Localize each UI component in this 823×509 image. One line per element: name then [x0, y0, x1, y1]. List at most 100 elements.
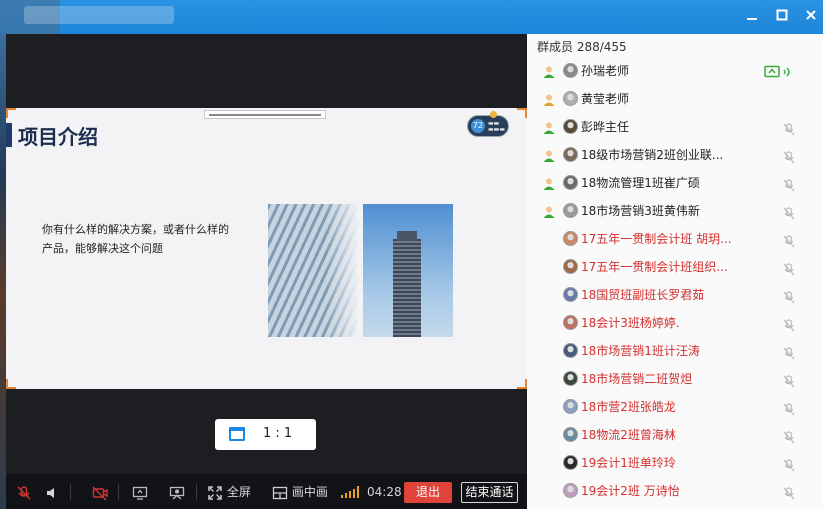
member-name: 孙瑞老师: [581, 64, 630, 78]
person-icon: [542, 64, 556, 78]
member-row[interactable]: 18市营2班张皓龙: [527, 394, 823, 422]
pip-icon: [272, 486, 288, 499]
badge-lines: ▬▬ ▬▬▬: [488, 120, 506, 133]
end-call-button[interactable]: 结束通话: [461, 482, 518, 503]
tower-shape: [393, 231, 421, 337]
mic-muted-icon: [783, 429, 795, 444]
member-row[interactable]: 17五年一贯制会计班组织...: [527, 254, 823, 282]
mic-muted-icon: [783, 177, 795, 192]
member-row[interactable]: 18会计3班杨婷婷.: [527, 310, 823, 338]
maximize-icon[interactable]: [772, 7, 792, 27]
avatar: [563, 63, 578, 78]
badge-dot-icon: [490, 111, 497, 118]
mic-muted-icon: [783, 401, 795, 416]
member-row[interactable]: 17五年一贯制会计班 胡玥...: [527, 226, 823, 254]
pip-label: 画中画: [291, 485, 328, 499]
avatar: [563, 259, 578, 274]
fullscreen-icon: [208, 485, 222, 500]
share-frame-corner: [6, 379, 16, 389]
member-row[interactable]: 18物流2班曾海林: [527, 422, 823, 450]
ratio-toggle[interactable]: 1 : 1: [215, 419, 316, 450]
separator: [70, 484, 71, 500]
skyscraper-photo: [363, 204, 453, 337]
camera-off-icon[interactable]: [92, 482, 108, 502]
mic-muted-icon: [783, 373, 795, 388]
member-name: 18物流管理1班崔广硕: [581, 176, 700, 190]
avatar: [563, 175, 578, 190]
speaker-icon[interactable]: [44, 482, 60, 502]
member-row[interactable]: 彭晔主任: [527, 114, 823, 142]
badge-number: 72: [471, 119, 485, 133]
shared-screen-slide: 项目介绍 你有什么样的解决方案，或者什么样的产品，能够解决这个问题 72 ▬▬ ▬…: [6, 108, 527, 389]
member-name: 18市营2班张皓龙: [581, 400, 676, 414]
member-row[interactable]: 黄莹老师: [527, 86, 823, 114]
exit-button[interactable]: 退出: [404, 482, 452, 503]
member-row[interactable]: 19会计2班 万诗怡: [527, 478, 823, 506]
mic-muted-icon: [783, 317, 795, 332]
slide-title: 项目介绍: [18, 125, 98, 149]
window-icon: [229, 427, 245, 441]
avatar: [563, 343, 578, 358]
avatar: [563, 371, 578, 386]
mic-muted-icon[interactable]: [16, 482, 32, 502]
share-frame-corner: [517, 379, 527, 389]
member-row[interactable]: 18物流管理1班崔广硕: [527, 170, 823, 198]
member-name: 18物流2班曾海林: [581, 428, 676, 442]
avatar: [563, 147, 578, 162]
member-row[interactable]: 18国贸班副班长罗君茹: [527, 282, 823, 310]
ratio-label: 1 : 1: [263, 426, 293, 441]
minimize-icon[interactable]: [742, 7, 762, 27]
slide-title-accent: [6, 123, 12, 147]
fullscreen-button[interactable]: 全屏: [207, 482, 251, 502]
separator: [118, 484, 119, 500]
avatar: [563, 119, 578, 134]
avatar: [563, 455, 578, 470]
mic-muted-icon: [783, 149, 795, 164]
mic-muted-icon: [783, 289, 795, 304]
avatar: [563, 399, 578, 414]
mic-muted-icon: [783, 261, 795, 276]
share-frame-corner: [6, 108, 16, 118]
mic-muted-icon: [783, 457, 795, 472]
avatar: [563, 231, 578, 246]
member-count-header: 群成员 288/455: [537, 40, 627, 54]
mic-muted-icon: [783, 345, 795, 360]
avatar: [563, 427, 578, 442]
member-panel: 群成员 288/455 孙瑞老师黄莹老师 彭晔主任 18级市场营销2班创业联... 1…: [527, 34, 823, 509]
member-row[interactable]: 18市场营销1班计汪涛: [527, 338, 823, 366]
separator: [196, 484, 197, 500]
sharing-speaking-icon: [764, 64, 796, 78]
share-frame-corner: [517, 108, 527, 118]
fullscreen-label: 全屏: [226, 485, 251, 499]
person-icon: [542, 176, 556, 190]
close-icon[interactable]: [801, 7, 821, 27]
presenter-icon[interactable]: [169, 482, 185, 502]
member-name: 18市场营销二班贺炟: [581, 372, 693, 386]
person-icon: [542, 120, 556, 134]
window-titlebar: [0, 0, 823, 34]
avatar: [563, 315, 578, 330]
member-name: 18市场营销3班黄伟新: [581, 204, 700, 218]
member-name: 19会计2班 万诗怡: [581, 484, 680, 498]
video-area[interactable]: 项目介绍 你有什么样的解决方案，或者什么样的产品，能够解决这个问题 72 ▬▬ ▬…: [6, 34, 527, 474]
mic-muted-icon: [783, 121, 795, 136]
screen-share-icon[interactable]: [132, 482, 148, 502]
member-row[interactable]: 18级市场营销2班创业联...: [527, 142, 823, 170]
avatar: [563, 287, 578, 302]
pip-button[interactable]: 画中画: [272, 482, 328, 502]
call-control-bar: 全屏 画中画 04:28 退出 结束通话: [6, 474, 527, 509]
building-glass-photo: [268, 204, 358, 337]
call-duration: 04:28: [367, 485, 402, 499]
member-row[interactable]: 19会计1班单玲玲: [527, 450, 823, 478]
slide-toolbar-strip: [204, 110, 326, 119]
slide-badge: 72 ▬▬ ▬▬▬: [467, 115, 509, 137]
member-name: 18级市场营销2班创业联...: [581, 148, 724, 162]
member-name: 17五年一贯制会计班 胡玥...: [581, 232, 732, 246]
avatar: [563, 91, 578, 106]
mic-muted-icon: [783, 485, 795, 500]
member-row[interactable]: 18市场营销3班黄伟新: [527, 198, 823, 226]
member-name: 18市场营销1班计汪涛: [581, 344, 700, 358]
member-row[interactable]: 18市场营销二班贺炟: [527, 366, 823, 394]
member-row[interactable]: 孙瑞老师: [527, 58, 823, 86]
window-title-blurred: [24, 6, 174, 24]
